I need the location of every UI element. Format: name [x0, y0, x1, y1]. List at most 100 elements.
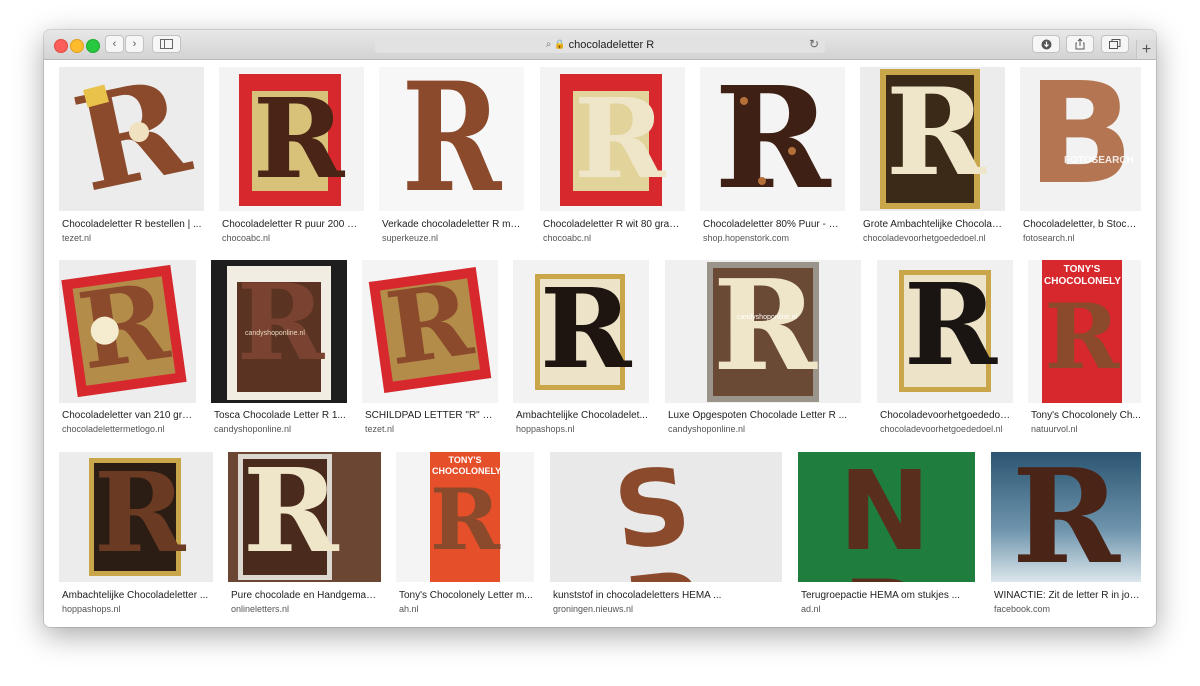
image-result[interactable]: R candyshoponline.nl Luxe Opgespoten Cho…: [665, 260, 861, 435]
image-result[interactable]: TONY'S CHOCOLONELY R Tony's Chocolonely …: [396, 452, 534, 620]
share-button[interactable]: [1066, 35, 1094, 53]
chevron-left-icon: ‹: [112, 38, 117, 50]
choc-letter: R: [379, 260, 479, 389]
result-title[interactable]: Luxe Opgespoten Chocolade Letter R ...: [668, 410, 858, 421]
tabs-overview-button[interactable]: [1101, 35, 1129, 53]
result-title[interactable]: Verkade chocoladeletter R mel...: [382, 219, 522, 230]
choc-letter: R: [71, 260, 176, 394]
image-result[interactable]: R Pure chocolade en Handgemaak... online…: [228, 452, 381, 620]
image-result[interactable]: R Chocoladevoorhetgoededoe... chocoladev…: [877, 260, 1013, 435]
result-source: facebook.com: [994, 604, 1051, 614]
result-title[interactable]: kunststof in chocoladeletters HEMA ...: [553, 590, 781, 601]
result-source: hoppashops.nl: [516, 424, 575, 434]
minimize-window-button[interactable]: [70, 39, 84, 53]
result-thumbnail[interactable]: TONY'S CHOCOLONELY R: [1028, 260, 1141, 403]
result-title[interactable]: Chocoladeletter R wit 80 gram...: [543, 219, 683, 230]
result-thumbnail[interactable]: R: [991, 452, 1141, 582]
image-result[interactable]: R WINACTIE: Zit de letter R in jou... fa…: [991, 452, 1141, 620]
result-source: groningen.nieuws.nl: [553, 604, 634, 614]
image-result[interactable]: R Chocoladeletter van 210 gra... chocola…: [59, 260, 196, 435]
result-thumbnail[interactable]: R: [513, 260, 649, 403]
image-result[interactable]: TONY'S CHOCOLONELY R Tony's Chocolonely …: [1028, 260, 1141, 435]
silver-box: R candyshoponline.nl: [707, 262, 819, 402]
result-thumbnail[interactable]: R candyshoponline.nl: [211, 260, 347, 403]
image-result[interactable]: B FOTOSEARCH Chocoladeletter, b Stock ..…: [1020, 67, 1141, 243]
result-title[interactable]: Ambachtelijke Chocoladeletter ...: [62, 590, 212, 601]
reload-icon[interactable]: ↻: [809, 37, 819, 51]
result-thumbnail[interactable]: N R: [798, 452, 975, 582]
result-source: candyshoponline.nl: [668, 424, 746, 434]
result-source: chocoabc.nl: [543, 233, 592, 243]
image-result[interactable]: R Chocoladeletter R wit 80 gram... choco…: [540, 67, 685, 243]
result-title[interactable]: Chocoladevoorhetgoededoe...: [880, 410, 1012, 421]
result-title[interactable]: Terugroepactie HEMA om stukjes ...: [801, 590, 973, 601]
result-thumbnail[interactable]: R: [228, 452, 381, 582]
result-thumbnail[interactable]: TONY'S CHOCOLONELY R: [396, 452, 534, 582]
image-result[interactable]: R Ambachtelijke Chocoladeletter ... hopp…: [59, 452, 213, 620]
image-result[interactable]: R Grote Ambachtelijke Chocolad... chocol…: [860, 67, 1005, 243]
result-thumbnail[interactable]: R: [362, 260, 498, 403]
result-title[interactable]: Tony's Chocolonely Ch...: [1031, 410, 1141, 421]
image-result[interactable]: R Ambachtelijke Chocoladelet... hoppasho…: [513, 260, 649, 435]
result-source: ah.nl: [399, 604, 419, 614]
choc-letter: R: [243, 452, 339, 579]
share-icon: [1075, 38, 1085, 50]
result-title[interactable]: Chocoladeletter van 210 gra...: [62, 410, 194, 421]
search-icon: ⌕: [545, 39, 552, 50]
choc-letter: R: [401, 67, 502, 211]
downloads-button[interactable]: [1032, 35, 1060, 53]
image-result[interactable]: R Verkade chocoladeletter R mel... super…: [379, 67, 524, 243]
wrapper: TONY'S CHOCOLONELY R: [430, 452, 501, 582]
result-thumbnail[interactable]: R: [700, 67, 845, 211]
red-box: R: [61, 260, 187, 398]
result-title[interactable]: Chocoladeletter R bestellen | ...: [62, 219, 202, 230]
result-thumbnail[interactable]: R: [59, 67, 204, 211]
result-source: chocoladelettermetlogo.nl: [62, 424, 165, 434]
result-source: chocoladevoorhetgoededoel.nl: [863, 233, 986, 243]
image-result[interactable]: R Chocoladeletter 80% Puur - Ho... shop.…: [700, 67, 845, 243]
image-result[interactable]: R candyshoponline.nl Tosca Chocolade Let…: [211, 260, 347, 435]
image-result[interactable]: R SCHILDPAD LETTER "R" ME... tezet.nl: [362, 260, 498, 435]
result-title[interactable]: Pure chocolade en Handgemaak...: [231, 590, 381, 601]
image-result[interactable]: N R Terugroepactie HEMA om stukjes ... a…: [798, 452, 975, 620]
result-thumbnail[interactable]: R: [59, 260, 196, 403]
result-thumbnail[interactable]: S P: [550, 452, 782, 582]
result-title[interactable]: Chocoladeletter, b Stock ...: [1023, 219, 1140, 230]
gold-box: R: [89, 458, 185, 576]
result-title[interactable]: SCHILDPAD LETTER "R" ME...: [365, 410, 497, 421]
result-thumbnail[interactable]: R: [877, 260, 1013, 403]
result-title[interactable]: Chocoladeletter 80% Puur - Ho...: [703, 219, 843, 230]
result-source: chocoabc.nl: [222, 233, 271, 243]
result-title[interactable]: Chocoladeletter R puur 200 gr...: [222, 219, 362, 230]
image-result[interactable]: R Chocoladeletter R puur 200 gr... choco…: [219, 67, 364, 243]
result-title[interactable]: Grote Ambachtelijke Chocolad...: [863, 219, 1003, 230]
result-source: candyshoponline.nl: [214, 424, 292, 434]
choc-letter: B: [1027, 67, 1134, 211]
fullscreen-window-button[interactable]: [86, 39, 100, 53]
result-thumbnail[interactable]: R: [219, 67, 364, 211]
decoration: [788, 147, 796, 155]
address-bar[interactable]: ⌕ 🔒 chocoladeletter R ↻: [375, 36, 825, 53]
result-thumbnail[interactable]: R: [540, 67, 685, 211]
result-thumbnail[interactable]: R: [379, 67, 524, 211]
sidebar-button[interactable]: [152, 35, 181, 53]
result-title[interactable]: Tosca Chocolade Letter R 1...: [214, 410, 346, 421]
gold-box: R: [535, 274, 631, 390]
result-thumbnail[interactable]: R candyshoponline.nl: [665, 260, 861, 403]
result-title[interactable]: Ambachtelijke Chocoladelet...: [516, 410, 648, 421]
new-tab-button[interactable]: +: [1136, 40, 1156, 59]
close-window-button[interactable]: [54, 39, 68, 53]
gold-box: R: [880, 69, 986, 209]
image-result[interactable]: R Chocoladeletter R bestellen | ... teze…: [59, 67, 204, 243]
forward-button[interactable]: ›: [125, 35, 144, 53]
image-result[interactable]: S P kunststof in chocoladeletters HEMA .…: [550, 452, 782, 620]
result-title[interactable]: Tony's Chocolonely Letter m...: [399, 590, 533, 601]
choc-letter: R: [904, 260, 998, 391]
result-thumbnail[interactable]: B FOTOSEARCH: [1020, 67, 1141, 211]
result-thumbnail[interactable]: R: [59, 452, 213, 582]
back-button[interactable]: ‹: [105, 35, 124, 53]
result-title[interactable]: WINACTIE: Zit de letter R in jou...: [994, 590, 1140, 601]
gold-box: R: [899, 260, 998, 392]
result-thumbnail[interactable]: R: [860, 67, 1005, 211]
result-source: hoppashops.nl: [62, 604, 121, 614]
